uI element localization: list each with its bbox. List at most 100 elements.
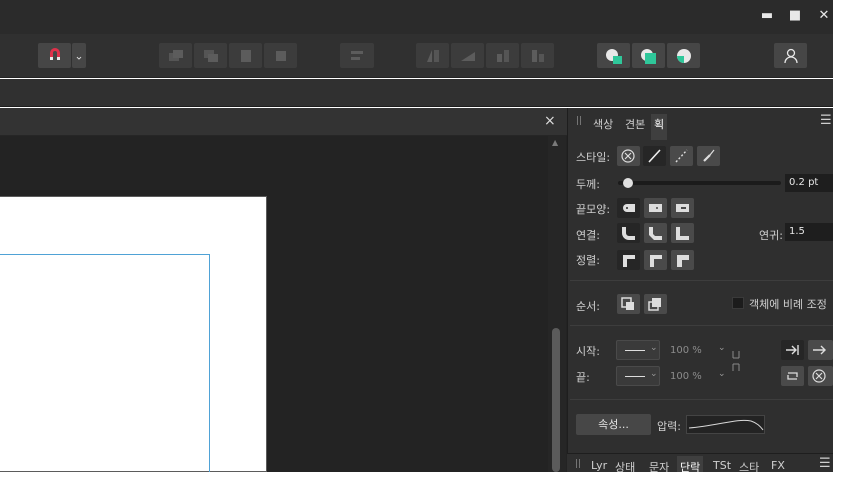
tab-layers[interactable]: Lyr bbox=[591, 459, 607, 472]
panel-menu-icon[interactable]: ☰ bbox=[819, 456, 831, 471]
arrange-back-button[interactable] bbox=[159, 43, 192, 68]
arrow-at-end-button[interactable] bbox=[808, 340, 833, 360]
transform-button[interactable] bbox=[416, 43, 449, 68]
arrow-right-icon bbox=[813, 345, 826, 355]
boolean-subtract-icon bbox=[640, 48, 656, 64]
line-preview bbox=[625, 376, 645, 377]
style-label: 스타일: bbox=[576, 151, 611, 164]
snapping-button[interactable] bbox=[38, 43, 71, 68]
chevron-down-icon: ⌄ bbox=[74, 49, 84, 62]
divider bbox=[570, 399, 833, 400]
screenshot-edge bbox=[0, 472, 845, 480]
arrange-icon bbox=[240, 49, 251, 62]
miter-join-icon bbox=[676, 227, 689, 240]
pressure-curve-icon bbox=[688, 419, 764, 431]
tab-fx[interactable]: FX bbox=[771, 459, 785, 472]
width-label: 두께: bbox=[576, 178, 600, 191]
arrange-icon bbox=[203, 49, 218, 62]
swap-arrows-button[interactable] bbox=[781, 366, 804, 386]
minimize-button[interactable]: ▬ bbox=[759, 8, 775, 24]
width-slider-track[interactable] bbox=[618, 181, 781, 185]
end-arrowhead-dropdown[interactable]: ⌄ bbox=[616, 366, 660, 386]
arrow-beyond-end-button[interactable] bbox=[781, 340, 804, 360]
rotate-button[interactable] bbox=[451, 43, 484, 68]
maximize-button[interactable]: ■ bbox=[787, 8, 803, 24]
arrange-icon bbox=[275, 50, 286, 61]
screenshot-edge bbox=[833, 0, 845, 480]
arrange-backward-button[interactable] bbox=[194, 43, 227, 68]
align-outside-icon bbox=[677, 255, 689, 267]
start-arrowhead-dropdown[interactable]: ⌄ bbox=[616, 340, 660, 360]
magnet-icon bbox=[49, 47, 60, 60]
align-icon bbox=[351, 50, 363, 60]
arrange-forward-button[interactable] bbox=[229, 43, 262, 68]
miter-label: 연귀: bbox=[759, 229, 783, 242]
panel-grip-icon[interactable]: || bbox=[576, 116, 582, 126]
join-miter-button[interactable] bbox=[671, 223, 694, 243]
brush-icon bbox=[703, 149, 715, 162]
cap-label: 끝모양: bbox=[576, 203, 611, 216]
align-outside-button[interactable] bbox=[671, 250, 694, 270]
join-label: 연결: bbox=[576, 229, 600, 242]
width-slider-thumb[interactable] bbox=[622, 178, 633, 188]
context-toolbar bbox=[0, 79, 833, 107]
chevron-down-icon: ⌄ bbox=[650, 369, 658, 379]
style-solid-button[interactable] bbox=[643, 146, 666, 166]
pressure-graph[interactable] bbox=[686, 415, 765, 434]
style-texture-button[interactable] bbox=[697, 146, 720, 166]
order-stroke-behind-button[interactable] bbox=[617, 294, 640, 314]
dashed-line-icon bbox=[675, 149, 688, 163]
flip-horizontal-button[interactable] bbox=[486, 43, 519, 68]
cap-butt-button[interactable] bbox=[671, 198, 694, 218]
flip-vertical-icon bbox=[531, 49, 544, 62]
style-dashed-button[interactable] bbox=[670, 146, 693, 166]
cap-round-button[interactable] bbox=[617, 198, 640, 218]
document-tab-bar: × bbox=[0, 108, 567, 136]
remove-arrows-button[interactable] bbox=[808, 366, 833, 386]
boolean-subtract-button[interactable] bbox=[632, 43, 665, 68]
end-label: 끝: bbox=[576, 371, 590, 384]
style-none-button[interactable] bbox=[617, 146, 640, 166]
align-button[interactable] bbox=[340, 43, 374, 68]
scroll-up-icon[interactable]: ▲ bbox=[552, 138, 558, 147]
end-scale-chevron-icon[interactable]: ⌄ bbox=[718, 369, 726, 379]
panel-menu-icon[interactable]: ☰ bbox=[820, 113, 832, 128]
properties-button[interactable]: 속성... bbox=[576, 414, 651, 435]
close-window-button[interactable]: ✕ bbox=[816, 8, 832, 24]
boolean-add-button[interactable] bbox=[597, 43, 630, 68]
bottom-panel-tabbar: || Lyr 상태 문자 단락 TSt 스타 FX ☰ bbox=[567, 453, 833, 478]
flip-horizontal-icon bbox=[496, 49, 509, 62]
scale-with-object-checkbox[interactable] bbox=[732, 297, 744, 309]
join-bevel-button[interactable] bbox=[644, 223, 667, 243]
no-stroke-icon bbox=[621, 149, 635, 163]
start-scale-value[interactable]: 100 % bbox=[670, 345, 702, 356]
align-inside-button[interactable] bbox=[644, 250, 667, 270]
snapping-options-dropdown[interactable]: ⌄ bbox=[72, 43, 86, 68]
account-button[interactable] bbox=[774, 43, 807, 68]
order-stroke-front-button[interactable] bbox=[644, 294, 667, 314]
tab-stroke[interactable]: 획 bbox=[651, 114, 668, 140]
panel-grip-icon[interactable]: || bbox=[575, 459, 581, 469]
align-center-button[interactable] bbox=[617, 250, 640, 270]
link-scale-icon[interactable] bbox=[731, 350, 741, 372]
width-field[interactable]: 0.2 pt bbox=[785, 174, 833, 192]
cap-square-button[interactable] bbox=[644, 198, 667, 218]
flip-icon bbox=[426, 49, 439, 62]
close-document-button[interactable]: × bbox=[544, 113, 556, 129]
flip-vertical-button[interactable] bbox=[521, 43, 554, 68]
arrange-front-button[interactable] bbox=[264, 43, 297, 68]
tab-swatches[interactable]: 견본 bbox=[622, 114, 648, 134]
miter-field[interactable]: 1.5 bbox=[785, 223, 833, 241]
start-scale-chevron-icon[interactable]: ⌄ bbox=[718, 343, 726, 353]
user-icon bbox=[783, 48, 798, 63]
title-bar: ▬ ■ ✕ bbox=[0, 0, 833, 34]
tab-color[interactable]: 색상 bbox=[590, 114, 616, 134]
divider bbox=[570, 280, 833, 281]
swap-icon bbox=[787, 372, 798, 380]
join-round-button[interactable] bbox=[617, 223, 640, 243]
end-scale-value[interactable]: 100 % bbox=[670, 371, 702, 382]
tab-text-styles[interactable]: TSt bbox=[713, 459, 731, 472]
scrollbar-thumb[interactable] bbox=[552, 328, 560, 472]
boolean-intersect-button[interactable] bbox=[667, 43, 700, 68]
align-inside-icon bbox=[650, 255, 662, 267]
